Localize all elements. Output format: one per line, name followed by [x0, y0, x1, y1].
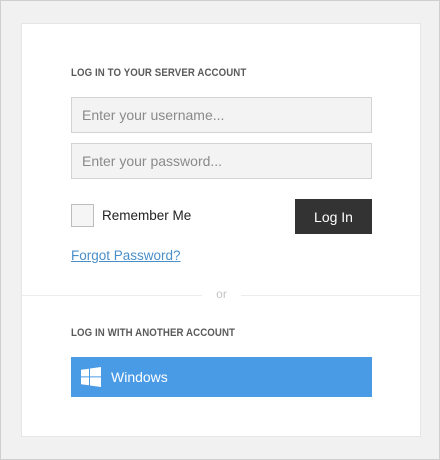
password-input[interactable] — [71, 143, 372, 179]
username-input[interactable] — [71, 97, 372, 133]
login-card: LOG IN TO YOUR SERVER ACCOUNT Remember M… — [21, 23, 422, 437]
forgot-password-link[interactable]: Forgot Password? — [71, 248, 181, 263]
login-button[interactable]: Log In — [295, 199, 372, 234]
divider-or-text: or — [216, 287, 227, 301]
remember-me-checkbox[interactable] — [71, 204, 94, 227]
windows-logo-icon — [81, 367, 101, 387]
windows-login-button[interactable]: Windows — [71, 357, 372, 397]
remember-me-row[interactable]: Remember Me — [71, 204, 191, 227]
window-frame: LOG IN TO YOUR SERVER ACCOUNT Remember M… — [0, 0, 440, 460]
windows-button-label: Windows — [111, 369, 168, 385]
divider-line-left — [22, 295, 202, 296]
alt-login-heading: LOG IN WITH ANOTHER ACCOUNT — [71, 327, 236, 339]
server-login-heading: LOG IN TO YOUR SERVER ACCOUNT — [71, 67, 247, 79]
remember-me-label[interactable]: Remember Me — [102, 208, 191, 223]
divider-line-right — [241, 295, 422, 296]
